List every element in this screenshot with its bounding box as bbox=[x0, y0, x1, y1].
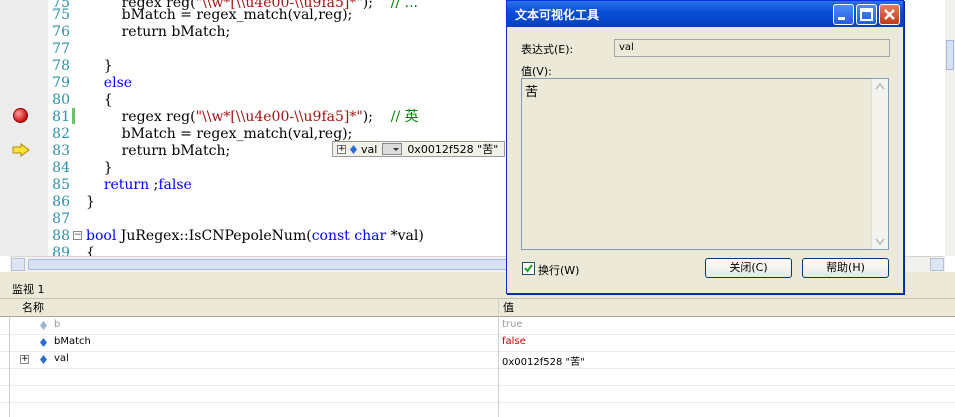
text-visualizer-dialog: 文本可视化工具 表达式(E): val 值(V): 苦 换行(W) 关闭(C) … bbox=[506, 0, 904, 294]
close-icon bbox=[884, 9, 895, 20]
variable-icon bbox=[350, 144, 357, 154]
watch-row[interactable]: bMatch false bbox=[0, 334, 955, 352]
code-text[interactable]: { bbox=[86, 245, 95, 256]
row-gutter bbox=[9, 317, 10, 417]
code-text[interactable]: bool JuRegex::IsCNPepoleNum(const char *… bbox=[86, 228, 424, 245]
line-number: 80 bbox=[52, 92, 70, 108]
line-number: 77 bbox=[52, 41, 70, 57]
maximize-button[interactable] bbox=[856, 4, 877, 25]
code-text[interactable]: return bMatch; bbox=[86, 143, 231, 160]
scroll-right-icon[interactable] bbox=[930, 258, 944, 271]
visualizer-dropdown-icon[interactable] bbox=[382, 143, 403, 155]
datatip[interactable]: + val 0x0012f528 "苦" bbox=[332, 141, 506, 157]
watch-window: 监视 1 名称 值 b true bMatch false + val 0x0012f528… bbox=[0, 281, 955, 417]
line-number: 84 bbox=[52, 160, 70, 176]
dialog-title-bar[interactable]: 文本可视化工具 bbox=[507, 1, 903, 27]
column-header-name[interactable]: 名称 bbox=[22, 299, 44, 316]
code-text[interactable]: return bMatch; bbox=[86, 24, 231, 41]
column-header-value[interactable]: 值 bbox=[503, 299, 514, 316]
value-label: 值(V): bbox=[521, 65, 552, 78]
scroll-down-icon[interactable] bbox=[873, 234, 887, 248]
variable-icon bbox=[40, 355, 47, 364]
dialog-title: 文本可视化工具 bbox=[515, 8, 600, 22]
column-divider[interactable] bbox=[498, 299, 499, 417]
watch-value[interactable]: false bbox=[502, 336, 526, 347]
watch-name[interactable]: bMatch bbox=[54, 336, 91, 347]
close-button[interactable]: 关闭(C) bbox=[705, 258, 792, 278]
code-text[interactable]: { bbox=[86, 92, 113, 109]
line-number: 87 bbox=[52, 211, 70, 227]
scroll-up-icon[interactable] bbox=[873, 80, 887, 94]
value-scrollbar[interactable] bbox=[871, 79, 888, 249]
line-number: 88 bbox=[52, 228, 70, 244]
line-number: 75 bbox=[52, 7, 70, 23]
watch-name[interactable]: b bbox=[54, 319, 60, 330]
expand-icon[interactable]: + bbox=[337, 144, 346, 154]
watch-value[interactable]: 0x0012f528 "苦" bbox=[502, 353, 585, 368]
help-button[interactable]: 帮助(H) bbox=[802, 258, 889, 278]
code-text[interactable]: } bbox=[86, 194, 95, 211]
breakpoint-icon[interactable] bbox=[13, 108, 28, 123]
expression-label: 表达式(E): bbox=[521, 43, 574, 56]
watch-row[interactable]: b true bbox=[0, 317, 955, 335]
code-text[interactable]: regex reg("\\w*[\\u4e00-\\u9fa5]*"); // … bbox=[86, 109, 419, 126]
close-window-button[interactable] bbox=[879, 4, 900, 25]
editor-vertical-scrollbar[interactable] bbox=[945, 0, 955, 256]
watch-row[interactable]: + val 0x0012f528 "苦" bbox=[0, 351, 955, 369]
line-number: 83 bbox=[52, 143, 70, 159]
empty-watch-row[interactable] bbox=[0, 385, 955, 403]
code-text[interactable]: bMatch = regex_match(val,reg); bbox=[86, 126, 353, 143]
datatip-value: 0x0012f528 "苦" bbox=[407, 143, 499, 156]
collapse-icon[interactable]: − bbox=[73, 231, 82, 240]
datatip-name: val bbox=[361, 142, 378, 156]
wrap-checkbox[interactable] bbox=[522, 262, 535, 275]
line-number: 79 bbox=[52, 75, 70, 91]
value-textarea[interactable]: 苦 bbox=[521, 78, 889, 250]
minimize-button[interactable] bbox=[833, 4, 854, 25]
empty-watch-row[interactable] bbox=[0, 368, 955, 386]
wrap-label[interactable]: 换行(W) bbox=[538, 262, 579, 278]
line-number: 89 bbox=[52, 245, 70, 256]
line-number: 78 bbox=[52, 58, 70, 74]
watch-name[interactable]: val bbox=[54, 353, 69, 364]
scroll-left-icon[interactable] bbox=[11, 258, 25, 271]
line-number: 76 bbox=[52, 24, 70, 40]
variable-icon bbox=[40, 338, 47, 347]
code-text[interactable]: } bbox=[86, 58, 113, 75]
variable-icon bbox=[40, 321, 47, 330]
code-text[interactable]: bMatch = regex_match(val,reg); bbox=[86, 7, 353, 24]
line-number: 86 bbox=[52, 194, 70, 210]
code-text[interactable]: return ;false bbox=[86, 177, 192, 194]
checkmark-icon bbox=[524, 264, 533, 273]
code-text[interactable]: } bbox=[86, 160, 113, 177]
current-statement-arrow-icon bbox=[12, 143, 30, 157]
minimize-icon bbox=[838, 17, 845, 20]
code-text[interactable]: else bbox=[86, 75, 132, 92]
expression-field[interactable]: val bbox=[614, 39, 890, 57]
line-number: 85 bbox=[52, 177, 70, 193]
line-number: 82 bbox=[52, 126, 70, 142]
maximize-icon bbox=[860, 8, 873, 21]
line-number: 81 bbox=[52, 109, 70, 125]
scroll-thumb[interactable] bbox=[946, 40, 954, 70]
value-text: 苦 bbox=[525, 85, 539, 100]
watch-value[interactable]: true bbox=[502, 319, 523, 330]
expand-icon[interactable]: + bbox=[20, 355, 29, 364]
watch-header: 名称 值 bbox=[0, 299, 955, 317]
